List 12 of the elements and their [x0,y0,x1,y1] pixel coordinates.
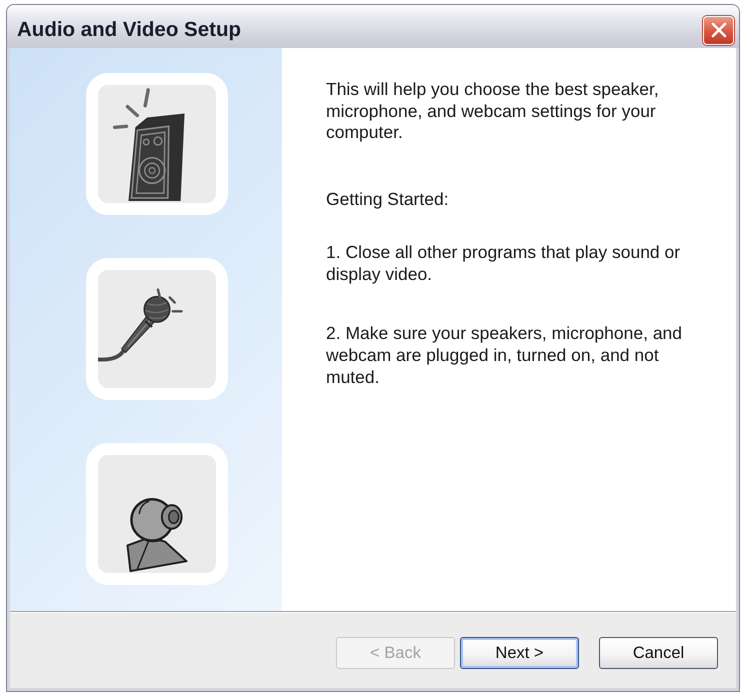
paragraph-text: Getting Started: [326,189,450,211]
window-title: Audio and Video Setup [17,20,241,40]
speaker-icon [86,73,228,215]
close-button[interactable] [703,16,734,44]
paragraph-text: 2. Make sure your speakers, microphone, and webcam are plugged in, turned on, and not muted. [326,323,684,388]
webcam-icon [86,443,228,585]
microphone-icon [86,258,228,400]
next-button[interactable]: Next > [460,637,579,669]
paragraph-text: This will help you choose the best speaker, microphone, and webcam settings for your computer. [326,79,660,144]
cancel-button[interactable]: Cancel [599,637,718,669]
close-icon [710,22,726,38]
paragraph-text: 1. Close all other programs that play sound or display video. [326,242,682,286]
